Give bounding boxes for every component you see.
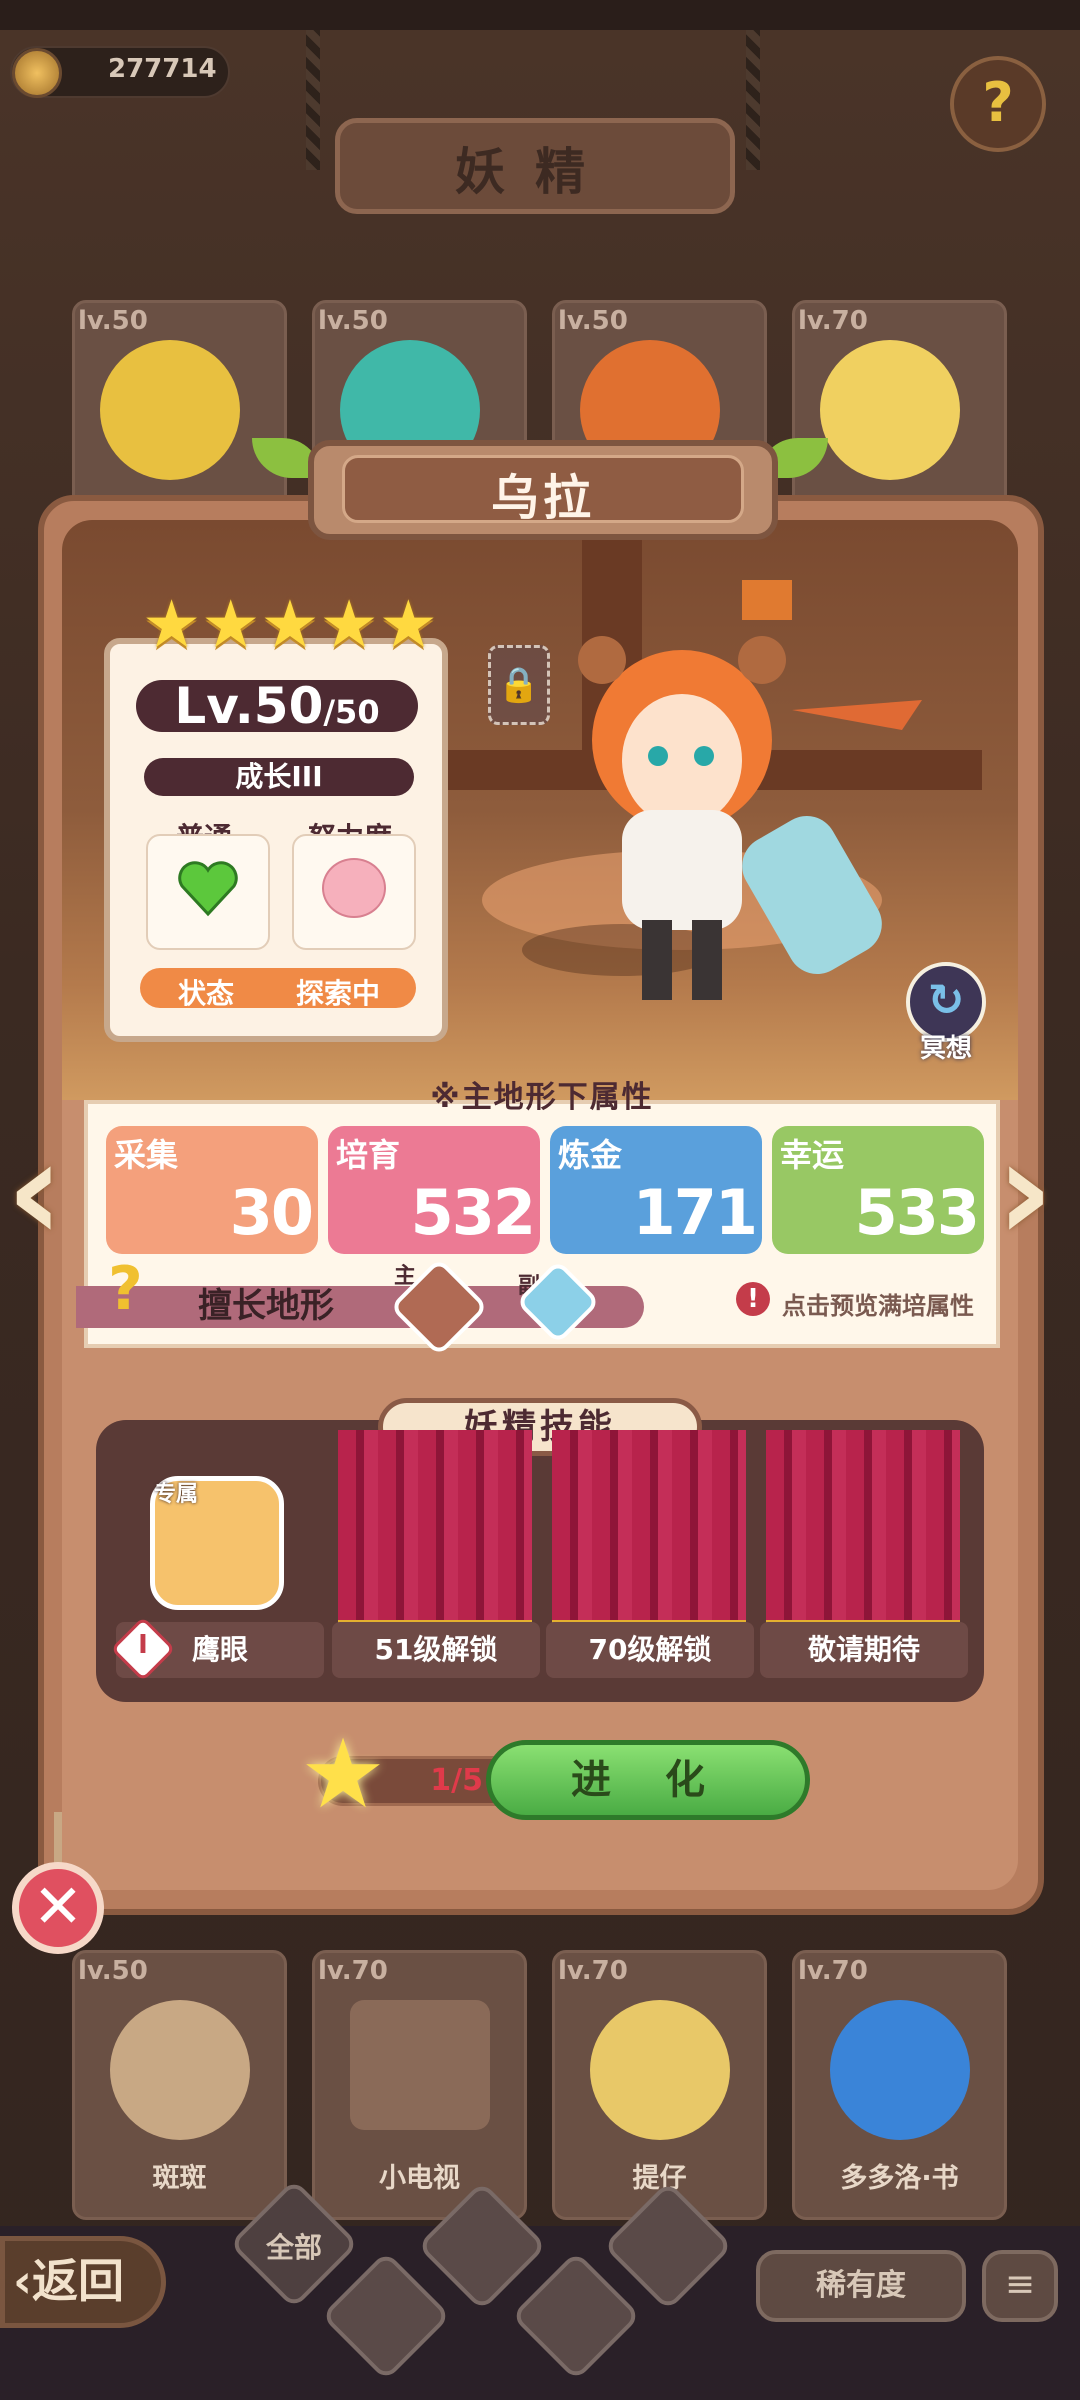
skill-label: 51级解锁 [332, 1622, 540, 1678]
preview-hint[interactable]: 点击预览满培属性 [782, 1286, 974, 1321]
star-rating: ★ ★ ★ ★ ★ [142, 592, 438, 658]
status-value: 探索中 [296, 977, 381, 1010]
star-icon: ★ [260, 586, 320, 663]
fairy-portrait [820, 340, 960, 480]
attr-name: 采集 [114, 1136, 179, 1174]
attr-name: 幸运 [780, 1136, 845, 1174]
filter-all-label: 全部 [265, 2231, 322, 2264]
rope-right [746, 30, 760, 170]
attr-name: 培育 [336, 1136, 401, 1174]
effort-face-icon [322, 858, 386, 918]
skill-label: 敬请期待 [760, 1622, 968, 1678]
exclusive-tag: 专属 [154, 1482, 199, 1507]
fairy-portrait [590, 2000, 730, 2140]
card-level: lv.70 [798, 1956, 868, 1986]
coin-icon [12, 48, 62, 98]
top-strip [0, 0, 1080, 30]
back-arrow-icon: ‹ [13, 2254, 32, 2308]
attr-value: 30 [229, 1176, 314, 1249]
card-name: 多多洛·书 [840, 2163, 959, 2194]
rope-left [306, 30, 320, 170]
skill-rank-text: I [138, 1630, 148, 1660]
card-name: 小电视 [379, 2163, 460, 2194]
attr-value: 532 [410, 1176, 536, 1249]
card-level: lv.50 [78, 1956, 148, 1986]
rarity-sort-button[interactable]: 稀有度 [756, 2250, 966, 2322]
attr-value: 533 [854, 1176, 980, 1249]
locked-skill-curtain[interactable] [338, 1430, 532, 1630]
terrain-label: 擅长地形 [198, 1286, 334, 1326]
lock-icon[interactable]: 🔒 [488, 645, 550, 725]
skill-label: 70级解锁 [546, 1622, 754, 1678]
meditate-label: 冥想 [919, 1034, 972, 1064]
growth-badge: 成长III [144, 758, 414, 796]
level-max: /50 [323, 693, 380, 731]
next-arrow-icon[interactable]: › [996, 1110, 1054, 1273]
locked-skill-curtain[interactable] [552, 1430, 746, 1630]
sprout-icon: ? [108, 1254, 143, 1324]
attributes-heading: ※主地形下属性 [430, 1080, 654, 1115]
card-level: lv.70 [318, 1956, 388, 1986]
level-current: Lv.50 [174, 677, 324, 735]
close-button[interactable]: ✕ [12, 1862, 104, 1954]
heart-icon [176, 856, 240, 920]
locked-skill-curtain[interactable] [766, 1430, 960, 1630]
back-button[interactable]: ‹返回 [0, 2236, 166, 2328]
evolve-button[interactable]: 进 化 [486, 1740, 810, 1820]
star-icon: ★ [319, 586, 379, 663]
star-icon: ★ [142, 586, 202, 663]
fairy-name: 乌拉 [490, 470, 595, 526]
help-icon[interactable]: ? [950, 56, 1046, 152]
fairy-portrait [100, 340, 240, 480]
evolve-star-icon: ★ [300, 1718, 387, 1830]
back-label: 返回 [31, 2254, 124, 2308]
fairy-portrait [830, 2000, 970, 2140]
prev-arrow-icon[interactable]: ‹ [6, 1110, 64, 1273]
attr-name: 炼金 [558, 1136, 623, 1174]
card-name: 斑斑 [152, 2163, 207, 2194]
fairy-portrait [350, 2000, 490, 2130]
card-level: lv.70 [798, 306, 868, 336]
card-level: lv.50 [558, 306, 628, 336]
alert-icon: ! [736, 1282, 770, 1316]
attr-value: 171 [632, 1176, 758, 1249]
card-level: lv.50 [78, 306, 148, 336]
card-level: lv.50 [318, 306, 388, 336]
coin-value: 277714 [108, 54, 217, 84]
level-display: Lv.50/50 [136, 680, 418, 732]
page-title: 妖精 [455, 143, 615, 201]
star-icon: ★ [201, 586, 261, 663]
card-level: lv.70 [558, 1956, 628, 1986]
fairy-portrait [110, 2000, 250, 2140]
star-icon: ★ [378, 586, 438, 663]
status-label: 状态 [178, 977, 235, 1010]
sort-order-icon[interactable]: ≡ [982, 2250, 1058, 2322]
